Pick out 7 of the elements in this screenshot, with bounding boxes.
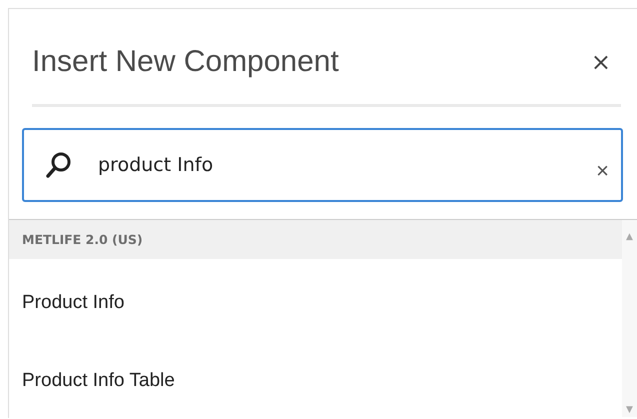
close-button[interactable]: × [584,48,617,76]
search-field[interactable]: product Info × [22,128,623,202]
component-item[interactable]: Product Info [9,259,622,341]
clear-button[interactable]: × [592,158,613,184]
dialog-title: Insert New Component [32,45,339,79]
group-header: METLIFE 2.0 (US) [9,220,622,259]
component-item[interactable]: Product Info Table [9,341,622,418]
